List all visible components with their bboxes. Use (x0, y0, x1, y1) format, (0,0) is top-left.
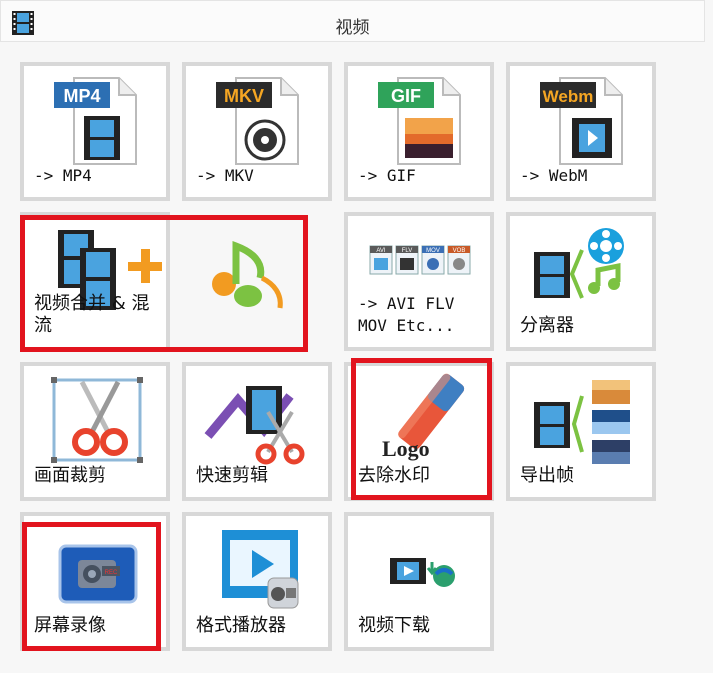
tile-label: 视频下载 (358, 615, 430, 636)
format-badge: FLV (402, 248, 413, 254)
crop-scissors-icon (51, 377, 143, 463)
tile-label: -> GIF (358, 166, 416, 185)
tile-label: -> MKV (196, 166, 254, 185)
badge-text: MKV (224, 86, 264, 106)
tile-label: 格式播放器 (196, 615, 286, 636)
tile-merge-mix[interactable]: 视频合并 & 混流 (20, 212, 283, 351)
tile-export-frames[interactable]: 导出帧 (506, 362, 656, 501)
tile-label: 分离器 (520, 315, 574, 336)
window-title: 视频 (335, 18, 370, 38)
tile-video-download[interactable]: 视频下载 (344, 512, 494, 651)
download-icon (390, 558, 455, 587)
tile-convert-mkv[interactable]: MKV -> MKV (182, 62, 332, 201)
screen-record-icon: REC (58, 544, 138, 604)
title-bar: 视频 (0, 0, 705, 42)
tile-label: -> AVI FLV MOV Etc... (358, 294, 455, 335)
gif-file-icon: GIF (378, 77, 461, 165)
tile-convert-gif[interactable]: GIF -> GIF (344, 62, 494, 201)
tile-quick-cut[interactable]: 快速剪辑 (182, 362, 332, 501)
format-badge: AVI (376, 248, 386, 254)
format-badge: VOB (453, 248, 466, 254)
tile-label: 导出帧 (520, 465, 574, 486)
tile-convert-mp4[interactable]: MP4 -> MP4 (20, 62, 170, 201)
badge-text: Webm (543, 87, 594, 106)
tile-format-player[interactable]: 格式播放器 (182, 512, 332, 651)
splitter-icon (534, 228, 624, 299)
music-note-icon (212, 240, 283, 309)
mkv-file-icon: MKV (216, 77, 299, 165)
tile-convert-other[interactable]: AVI FLV MOV VOB -> AVI FLV MOV Etc... (344, 212, 494, 351)
tile-crop[interactable]: 画面裁剪 (20, 362, 170, 501)
tile-splitter[interactable]: 分离器 (506, 212, 656, 351)
webm-file-icon: Webm (540, 77, 623, 165)
rec-text: REC (105, 570, 118, 576)
tile-label: 去除水印 (358, 465, 430, 486)
tile-label: 视频合并 & 混流 (34, 293, 150, 336)
badge-text: MP4 (63, 86, 100, 106)
format-badge: MOV (426, 248, 440, 254)
tile-label: -> MP4 (34, 166, 92, 185)
logo-text: Logo (382, 436, 430, 461)
tile-convert-webm[interactable]: Webm -> WebM (506, 62, 656, 201)
tile-label: 屏幕录像 (34, 615, 106, 636)
eraser-logo-icon: Logo (382, 373, 465, 461)
tile-label: -> WebM (520, 166, 588, 185)
quick-cut-icon (204, 386, 305, 465)
tile-remove-watermark[interactable]: Logo 去除水印 (344, 362, 494, 501)
mp4-file-icon: MP4 (54, 77, 137, 165)
tile-label: 画面裁剪 (34, 465, 106, 486)
tile-label: 快速剪辑 (196, 465, 268, 486)
badge-text: GIF (391, 86, 421, 106)
player-icon (222, 530, 299, 609)
export-frames-icon (534, 380, 630, 464)
tile-screen-record[interactable]: REC 屏幕录像 (20, 512, 170, 651)
